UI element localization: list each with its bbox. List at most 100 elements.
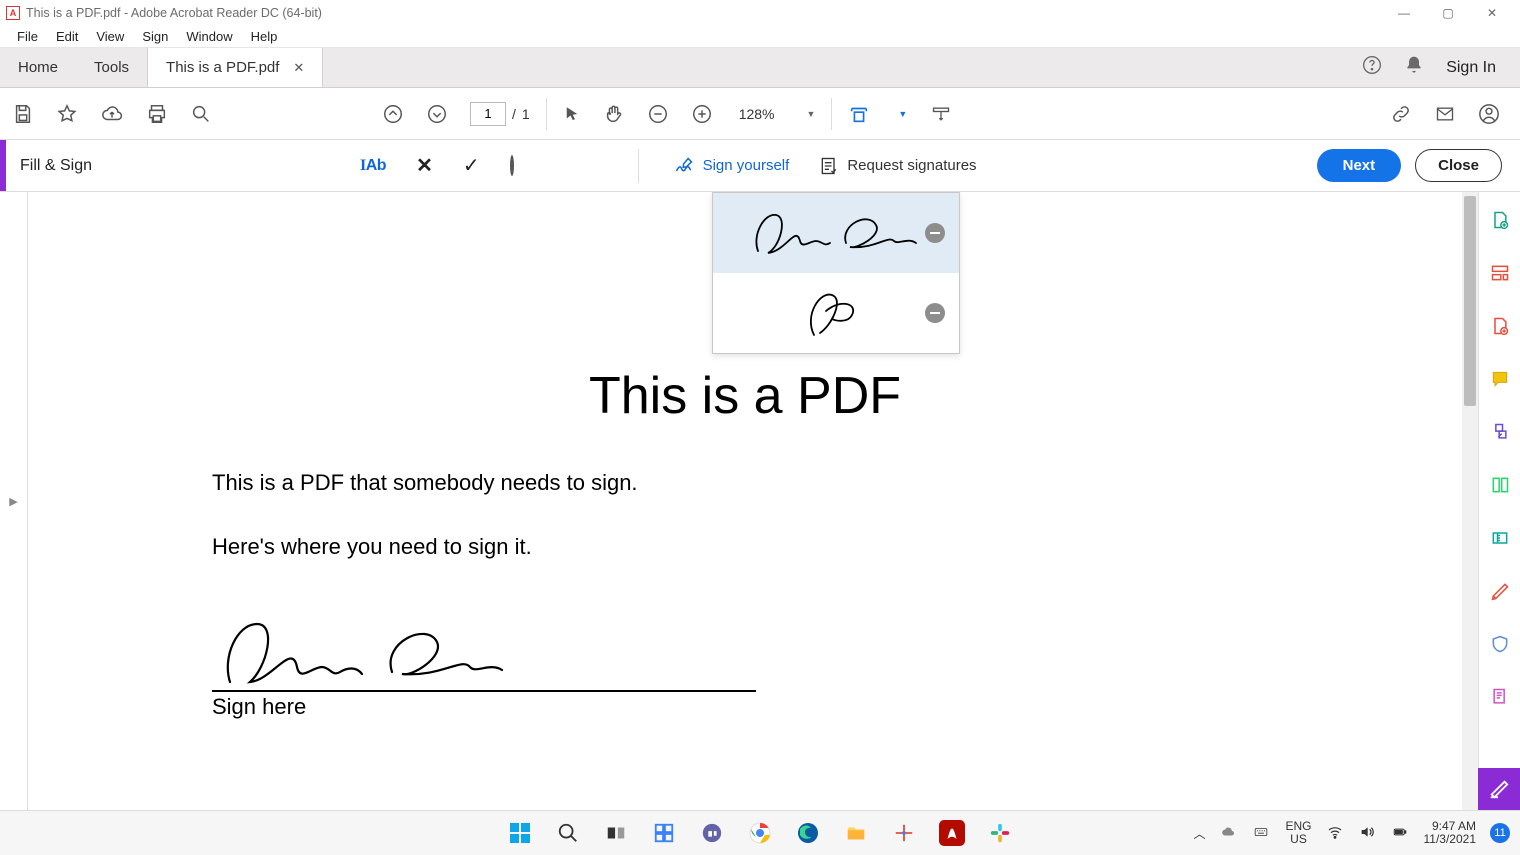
notification-badge[interactable]: 11 bbox=[1490, 823, 1510, 843]
chrome-icon[interactable] bbox=[747, 820, 773, 846]
select-tool-icon[interactable] bbox=[563, 104, 581, 124]
search-icon[interactable] bbox=[555, 820, 581, 846]
tab-document[interactable]: This is a PDF.pdf ✕ bbox=[147, 48, 323, 87]
add-text-tool-label: Ab bbox=[366, 157, 386, 174]
main-toolbar: / 1 128% ▼ ▼ bbox=[0, 88, 1520, 140]
fit-width-icon[interactable] bbox=[848, 103, 870, 125]
snip-icon[interactable] bbox=[891, 820, 917, 846]
export-pdf-tool-icon[interactable] bbox=[1490, 210, 1510, 235]
tab-document-label: This is a PDF.pdf bbox=[166, 59, 279, 76]
cloud-upload-icon[interactable] bbox=[100, 103, 124, 125]
page-down-icon[interactable] bbox=[426, 103, 448, 125]
language-indicator[interactable]: ENG US bbox=[1285, 820, 1311, 846]
more-tools-icon[interactable] bbox=[1490, 687, 1510, 712]
tab-tools[interactable]: Tools bbox=[76, 48, 147, 87]
window-close-button[interactable]: ✕ bbox=[1470, 6, 1514, 20]
x-mark-tool[interactable]: ✕ bbox=[416, 153, 433, 178]
circle-tool[interactable] bbox=[510, 157, 514, 175]
comment-tool-icon[interactable] bbox=[1490, 369, 1510, 394]
document-paragraph-1: This is a PDF that somebody needs to sig… bbox=[212, 470, 638, 496]
windows-taskbar: ︿ ENG US 9:47 AM 11/3/2021 11 bbox=[0, 810, 1520, 855]
zoom-level[interactable]: 128% bbox=[735, 106, 779, 122]
page-up-icon[interactable] bbox=[382, 103, 404, 125]
menu-sign[interactable]: Sign bbox=[133, 29, 177, 44]
account-icon[interactable] bbox=[1478, 103, 1500, 125]
clock-date: 11/3/2021 bbox=[1424, 833, 1477, 846]
tab-home[interactable]: Home bbox=[0, 48, 76, 87]
bell-icon[interactable] bbox=[1404, 55, 1424, 80]
right-tools-panel bbox=[1478, 192, 1520, 810]
fill-sign-label: Fill & Sign bbox=[6, 157, 92, 175]
page-indicator: / 1 bbox=[470, 102, 530, 126]
sign-in-link[interactable]: Sign In bbox=[1446, 59, 1496, 77]
task-view-icon[interactable] bbox=[603, 820, 629, 846]
check-tool[interactable]: ✓ bbox=[463, 153, 480, 178]
explorer-icon[interactable] bbox=[843, 820, 869, 846]
find-icon[interactable] bbox=[190, 103, 212, 125]
fill-sign-active-tool-icon[interactable] bbox=[1478, 768, 1520, 810]
document-title: This is a PDF bbox=[589, 366, 901, 426]
scrollbar-thumb[interactable] bbox=[1464, 196, 1476, 406]
save-icon[interactable] bbox=[12, 103, 34, 125]
delete-initials-icon[interactable] bbox=[925, 303, 945, 323]
page-total: 1 bbox=[522, 106, 530, 122]
workspace: ▶ This is a PDF This is a PDF that someb… bbox=[0, 192, 1520, 810]
window-title: This is a PDF.pdf - Adobe Acrobat Reader… bbox=[26, 6, 322, 20]
organize-tool-icon[interactable] bbox=[1490, 475, 1510, 500]
vertical-scrollbar[interactable] bbox=[1462, 192, 1478, 810]
placed-signature[interactable] bbox=[212, 612, 552, 697]
zoom-out-icon[interactable] bbox=[647, 103, 669, 125]
teams-icon[interactable] bbox=[699, 820, 725, 846]
tray-battery-icon[interactable] bbox=[1390, 825, 1410, 842]
share-link-icon[interactable] bbox=[1390, 103, 1412, 125]
slack-icon[interactable] bbox=[987, 820, 1013, 846]
help-icon[interactable] bbox=[1362, 55, 1382, 80]
window-titlebar: A This is a PDF.pdf - Adobe Acrobat Read… bbox=[0, 0, 1520, 26]
email-icon[interactable] bbox=[1434, 104, 1456, 124]
signature-option-initials[interactable] bbox=[713, 273, 959, 353]
document-paragraph-2: Here's where you need to sign it. bbox=[212, 534, 532, 560]
tray-wifi-icon[interactable] bbox=[1326, 824, 1344, 843]
menu-window[interactable]: Window bbox=[177, 29, 241, 44]
tray-chevron-icon[interactable]: ︿ bbox=[1193, 825, 1205, 842]
combine-tool-icon[interactable] bbox=[1490, 422, 1510, 447]
print-icon[interactable] bbox=[146, 103, 168, 125]
redact-tool-icon[interactable] bbox=[1490, 581, 1510, 606]
read-mode-icon[interactable] bbox=[929, 104, 953, 124]
create-pdf-tool-icon[interactable] bbox=[1490, 316, 1510, 341]
hand-tool-icon[interactable] bbox=[603, 103, 625, 125]
left-panel-toggle[interactable]: ▶ bbox=[0, 192, 28, 810]
request-signatures-button[interactable]: Request signatures bbox=[819, 156, 976, 176]
fit-dropdown-icon[interactable]: ▼ bbox=[898, 109, 907, 119]
window-maximize-button[interactable]: ▢ bbox=[1426, 6, 1470, 20]
acrobat-icon[interactable] bbox=[939, 820, 965, 846]
sign-yourself-button[interactable]: Sign yourself bbox=[673, 156, 790, 176]
tray-volume-icon[interactable] bbox=[1358, 824, 1376, 843]
edge-icon[interactable] bbox=[795, 820, 821, 846]
delete-signature-icon[interactable] bbox=[925, 223, 945, 243]
next-button[interactable]: Next bbox=[1317, 149, 1402, 182]
menu-help[interactable]: Help bbox=[242, 29, 287, 44]
tab-close-icon[interactable]: ✕ bbox=[293, 60, 304, 76]
start-button-icon[interactable] bbox=[507, 820, 533, 846]
tray-onedrive-icon[interactable] bbox=[1219, 825, 1237, 842]
window-minimize-button[interactable]: — bbox=[1382, 6, 1426, 20]
add-text-tool[interactable]: IAb bbox=[360, 157, 386, 175]
protect-tool-icon[interactable] bbox=[1490, 634, 1510, 659]
edit-pdf-tool-icon[interactable] bbox=[1490, 263, 1510, 288]
close-button[interactable]: Close bbox=[1415, 149, 1502, 182]
zoom-in-icon[interactable] bbox=[691, 103, 713, 125]
menu-file[interactable]: File bbox=[8, 29, 47, 44]
menu-view[interactable]: View bbox=[87, 29, 133, 44]
tray-keyboard-icon[interactable] bbox=[1251, 825, 1271, 842]
widgets-icon[interactable] bbox=[651, 820, 677, 846]
compress-tool-icon[interactable] bbox=[1490, 528, 1510, 553]
star-icon[interactable] bbox=[56, 103, 78, 125]
page-current-input[interactable] bbox=[470, 102, 506, 126]
clock[interactable]: 9:47 AM 11/3/2021 bbox=[1424, 820, 1477, 846]
document-page[interactable]: This is a PDF This is a PDF that somebod… bbox=[28, 192, 1462, 810]
zoom-dropdown-icon[interactable]: ▼ bbox=[807, 109, 816, 119]
request-signatures-label: Request signatures bbox=[847, 157, 976, 174]
signature-option-full[interactable] bbox=[713, 193, 959, 273]
menu-edit[interactable]: Edit bbox=[47, 29, 87, 44]
